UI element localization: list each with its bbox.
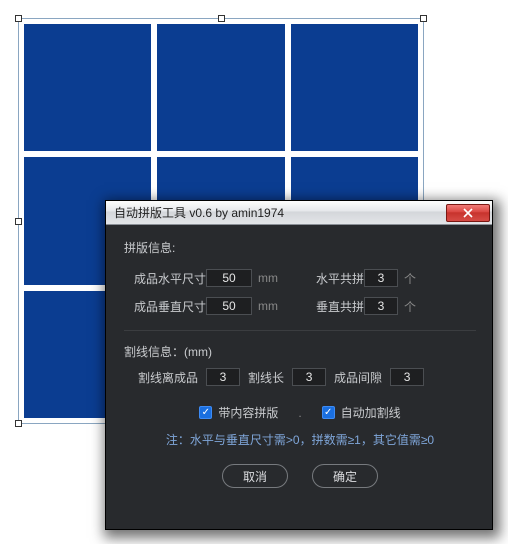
vcount-input[interactable]: [364, 297, 398, 315]
cancel-label: 取消: [243, 468, 267, 485]
checkbox-icon[interactable]: [199, 406, 212, 419]
checkbox-row: 带内容拼版 . 自动加割线: [124, 404, 476, 421]
resize-handle-ne[interactable]: [420, 15, 427, 22]
cut-dist-input[interactable]: [206, 368, 240, 386]
resize-handle-w[interactable]: [15, 218, 22, 225]
divider: [124, 330, 476, 331]
tile: [157, 24, 284, 151]
cancel-button[interactable]: 取消: [222, 464, 288, 488]
hint-note: 注：水平与垂直尺寸需>0，拼数需≥1，其它值需≥0: [124, 431, 476, 448]
cut-len-input[interactable]: [292, 368, 326, 386]
close-icon: [463, 208, 473, 218]
dialog-body: 拼版信息: 成品水平尺寸 mm 水平共拼 个 成品垂直尺寸 mm 垂直共拼 个 …: [106, 225, 492, 498]
row-vertical-size: 成品垂直尺寸 mm 垂直共拼 个: [124, 292, 476, 320]
vcount-label: 垂直共拼: [308, 298, 364, 315]
hcount-input[interactable]: [364, 269, 398, 287]
cut-len-label: 割线长: [248, 369, 284, 386]
vcount-unit: 个: [398, 298, 418, 315]
gap-input[interactable]: [390, 368, 424, 386]
button-row: 取消 确定: [124, 464, 476, 488]
checkbox-icon[interactable]: [322, 406, 335, 419]
check2-label: 自动加割线: [341, 404, 401, 421]
section-cutline-title: 割线信息：(mm): [124, 343, 476, 360]
close-button[interactable]: [446, 204, 490, 222]
vsize-input[interactable]: [206, 297, 252, 315]
tile: [24, 24, 151, 151]
hsize-label: 成品水平尺寸: [124, 270, 206, 287]
resize-handle-sw[interactable]: [15, 420, 22, 427]
ok-button[interactable]: 确定: [312, 464, 378, 488]
check-with-content[interactable]: 带内容拼版: [199, 404, 278, 421]
tile: [291, 24, 418, 151]
hcount-label: 水平共拼: [308, 270, 364, 287]
ok-label: 确定: [333, 468, 357, 485]
separator-dot: .: [298, 406, 301, 420]
row-cutline: 割线离成品 割线长 成品间隙: [124, 368, 476, 386]
hsize-unit: mm: [252, 271, 278, 285]
check1-label: 带内容拼版: [218, 404, 278, 421]
gap-label: 成品间隙: [334, 369, 382, 386]
cut-dist-label: 割线离成品: [138, 369, 198, 386]
imposition-dialog: 自动拼版工具 v0.6 by amin1974 拼版信息: 成品水平尺寸 mm …: [105, 200, 493, 530]
check-auto-cutline[interactable]: 自动加割线: [322, 404, 401, 421]
hsize-input[interactable]: [206, 269, 252, 287]
vsize-unit: mm: [252, 299, 278, 313]
hcount-unit: 个: [398, 270, 418, 287]
dialog-titlebar[interactable]: 自动拼版工具 v0.6 by amin1974: [106, 201, 492, 225]
vsize-label: 成品垂直尺寸: [124, 298, 206, 315]
row-horizontal-size: 成品水平尺寸 mm 水平共拼 个: [124, 264, 476, 292]
dialog-title: 自动拼版工具 v0.6 by amin1974: [114, 204, 446, 221]
resize-handle-nw[interactable]: [15, 15, 22, 22]
resize-handle-n[interactable]: [218, 15, 225, 22]
section-imposition-title: 拼版信息:: [124, 239, 476, 256]
